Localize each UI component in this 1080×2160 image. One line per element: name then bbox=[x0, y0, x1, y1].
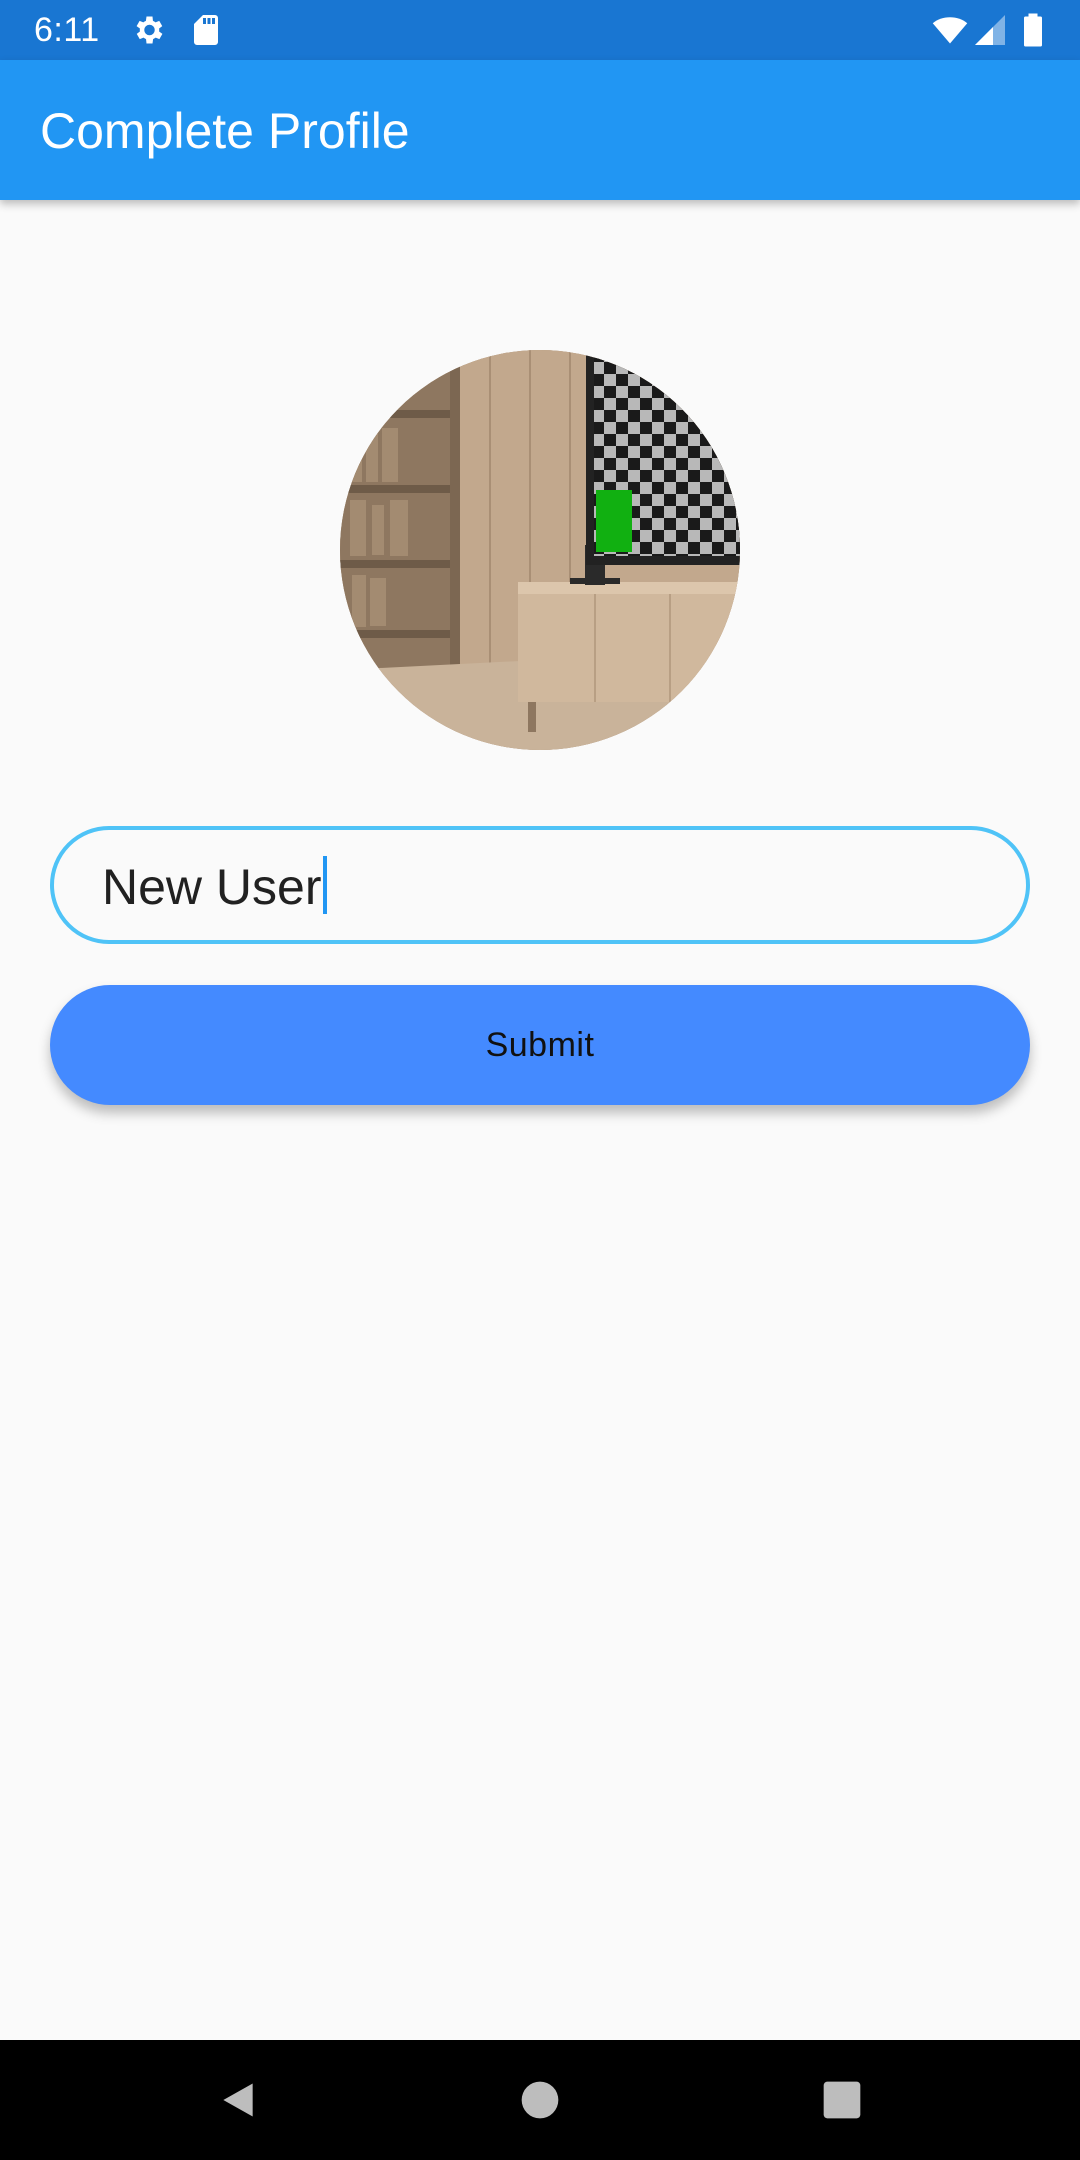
home-icon[interactable] bbox=[518, 2078, 562, 2122]
app-bar: Complete Profile bbox=[0, 60, 1080, 200]
text-cursor bbox=[323, 856, 328, 914]
status-bar: 6:11 bbox=[0, 0, 1080, 60]
signal-icon bbox=[975, 15, 1005, 45]
recents-icon[interactable] bbox=[820, 2078, 864, 2122]
name-input-text: New User bbox=[102, 859, 322, 915]
battery-icon bbox=[1024, 13, 1042, 47]
avatar-photo bbox=[340, 350, 740, 750]
wifi-icon bbox=[932, 17, 968, 44]
profile-avatar[interactable] bbox=[340, 350, 740, 750]
name-input[interactable]: New User bbox=[50, 826, 1030, 944]
navigation-bar bbox=[0, 2040, 1080, 2160]
name-input-value: New User bbox=[102, 856, 328, 917]
gear-icon bbox=[136, 16, 163, 44]
sd-card-icon bbox=[194, 15, 218, 45]
back-icon[interactable] bbox=[216, 2078, 260, 2122]
page-title: Complete Profile bbox=[40, 103, 410, 159]
submit-button[interactable]: Submit bbox=[50, 985, 1030, 1105]
submit-button-label: Submit bbox=[485, 1025, 595, 1064]
status-time: 6:11 bbox=[34, 11, 100, 49]
